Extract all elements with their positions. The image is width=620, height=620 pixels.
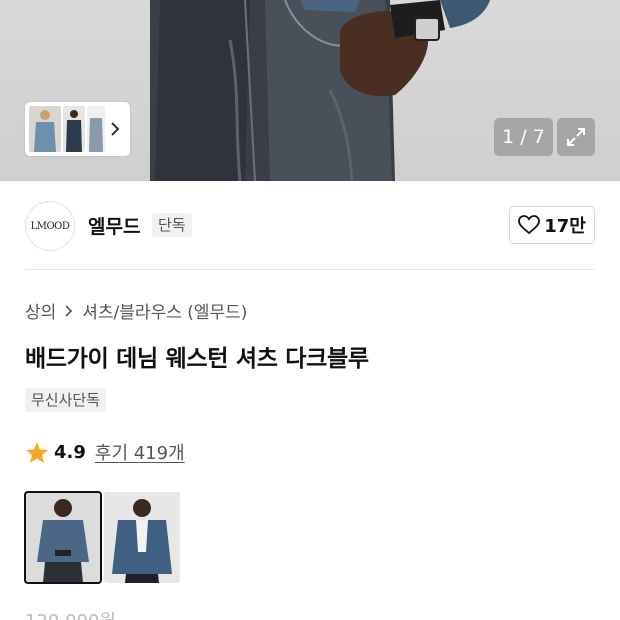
expand-icon [567, 128, 585, 146]
breadcrumb-item[interactable]: 셔츠/블라우스 (엘무드) [82, 298, 247, 323]
expand-button[interactable] [557, 118, 595, 156]
divider [25, 269, 595, 270]
like-button[interactable]: 17만 [509, 206, 595, 244]
star-icon [26, 441, 48, 463]
breadcrumb: 상의 셔츠/블라우스 (엘무드) [25, 298, 247, 323]
rating: 4.9 후기 419개 [25, 439, 185, 465]
brand-name[interactable]: 엘무드 [88, 212, 140, 239]
variant-thumbnail[interactable] [104, 492, 180, 583]
heart-icon [518, 215, 541, 235]
thumbnail-image[interactable] [29, 106, 61, 152]
reviews-link[interactable]: 후기 419개 [95, 439, 185, 465]
chevron-right-icon[interactable] [108, 120, 122, 138]
breadcrumb-item[interactable]: 상의 [25, 298, 56, 323]
original-price: 120,000원 [25, 607, 116, 620]
thumbnail-image[interactable] [63, 106, 85, 152]
like-count: 17만 [544, 216, 586, 237]
variant-thumbnail[interactable] [24, 491, 102, 584]
product-hero-image[interactable]: 1 / 7 [0, 0, 620, 181]
thumbnail-image[interactable] [87, 106, 105, 152]
chevron-right-icon [65, 304, 73, 317]
exclusive-tag: 무신사단독 [25, 388, 107, 412]
image-counter: 1 / 7 [494, 118, 553, 156]
exclusive-badge: 단독 [152, 213, 192, 237]
product-title: 배드가이 데님 웨스턴 셔츠 다크블루 [25, 346, 369, 372]
thumbnail-strip[interactable] [25, 102, 130, 156]
rating-score: 4.9 [54, 441, 86, 463]
brand-logo[interactable]: LMOOD [25, 201, 75, 251]
